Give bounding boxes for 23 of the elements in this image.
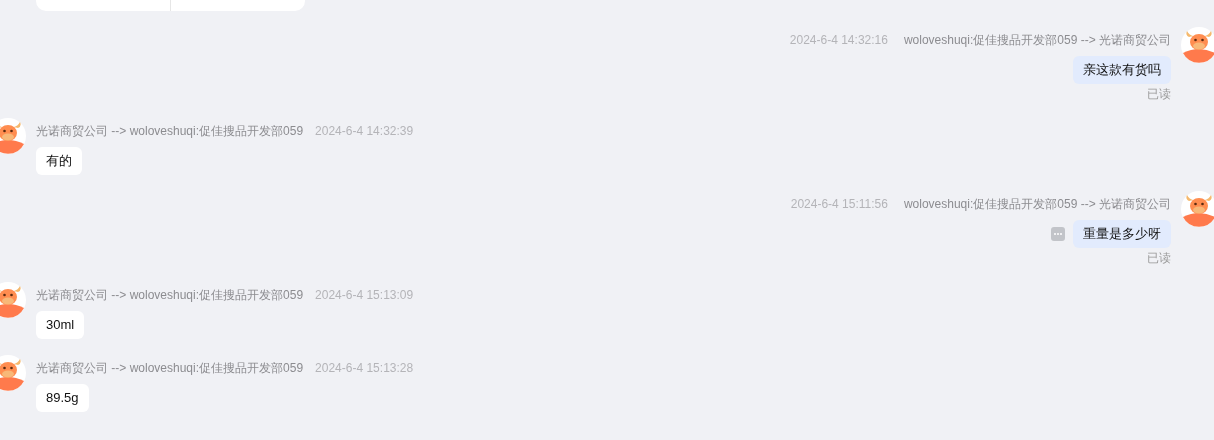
message-bubble: 89.5g <box>36 384 89 412</box>
avatar-icon <box>0 118 26 154</box>
message-time: 2024-6-4 14:32:39 <box>315 123 414 140</box>
read-status: 已读 <box>1147 86 1171 102</box>
message-bubble: 有的 <box>36 147 82 175</box>
message-time: 2024-6-4 15:13:09 <box>315 287 414 304</box>
read-status: 已读 <box>1147 250 1171 266</box>
message-time: 2024-6-4 14:32:16 <box>789 32 888 49</box>
message-route: 光诺商贸公司 --> woloveshuqi:促佳搜品开发部059 <box>36 287 304 304</box>
message-time: 2024-6-4 15:11:56 <box>790 196 888 213</box>
message-time: 2024-6-4 15:13:28 <box>315 360 414 377</box>
avatar-icon <box>1181 27 1214 63</box>
message-bubble: 重量是多少呀 <box>1073 220 1171 248</box>
avatar-icon <box>0 355 26 391</box>
message-route: woloveshuqi:促佳搜品开发部059 --> 光诺商贸公司 <box>903 32 1171 49</box>
message-route: 光诺商贸公司 --> woloveshuqi:促佳搜品开发部059 <box>36 360 304 377</box>
more-icon[interactable] <box>1051 227 1065 241</box>
message-bubble: 亲这款有货吗 <box>1073 56 1171 84</box>
avatar-icon <box>0 282 26 318</box>
message-bubble: 30ml <box>36 311 85 339</box>
avatar-icon <box>1181 191 1214 227</box>
message-route: 光诺商贸公司 --> woloveshuqi:促佳搜品开发部059 <box>36 123 304 140</box>
message-route: woloveshuqi:促佳搜品开发部059 --> 光诺商贸公司 <box>903 196 1171 213</box>
